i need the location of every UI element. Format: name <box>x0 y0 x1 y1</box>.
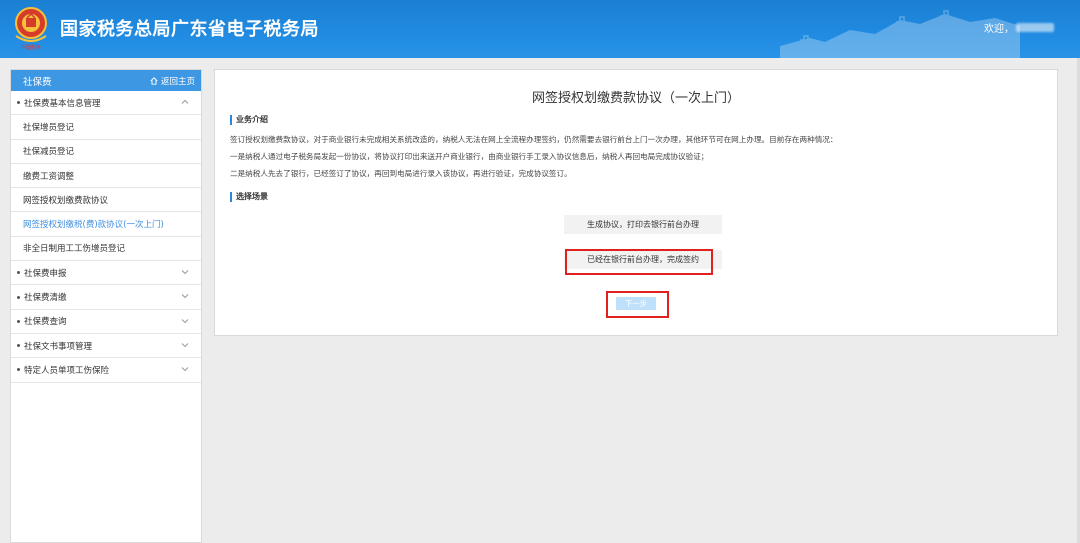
sidebar-item-part-time-injury[interactable]: 非全日制用工工伤增员登记 <box>11 237 201 262</box>
home-icon <box>150 76 158 85</box>
sidebar-title: 社保费 <box>23 76 52 88</box>
menu-group-query[interactable]: 社保费查询 <box>11 310 201 334</box>
menu-group-payment[interactable]: 社保费清缴 <box>11 285 201 310</box>
chevron-up-icon <box>181 99 189 104</box>
sidebar: 社保费 返回主页 社保费基本信息管理 社保增员登记 社保减员登记 缴费工资调整 … <box>10 69 202 543</box>
chevron-down-icon <box>181 367 189 372</box>
intro-paragraph: 二是纳税人先去了银行，已经签订了协议，再回到电局进行录入该协议，再进行验证，完成… <box>230 169 572 178</box>
bullet-icon <box>17 295 20 299</box>
highlight-box <box>606 291 669 318</box>
sidebar-item-agreement-one-visit[interactable]: 网签授权划缴税(费)款协议(一次上门) <box>11 212 201 237</box>
username-redacted[interactable] <box>1016 23 1054 32</box>
menu-group-label: 特定人员单项工伤保险 <box>24 365 110 376</box>
welcome-area: 欢迎， <box>984 20 1054 35</box>
highlight-box <box>565 249 713 275</box>
menu-group-injury-insurance[interactable]: 特定人员单项工伤保险 <box>11 358 201 383</box>
emblem-caption: 中国税务 <box>20 45 41 51</box>
bullet-icon <box>17 101 20 105</box>
menu-group-label: 社保费申报 <box>24 268 67 279</box>
top-header: 中国税务 国家税务总局广东省电子税务局 欢迎， <box>0 0 1080 58</box>
section-label-intro: 业务介绍 <box>230 115 268 125</box>
chevron-down-icon <box>181 343 189 348</box>
sidebar-header: 社保费 返回主页 <box>11 70 201 91</box>
menu-group-label: 社保费基本信息管理 <box>24 98 101 109</box>
site-title: 国家税务总局广东省电子税务局 <box>60 19 319 40</box>
bullet-icon <box>17 368 20 372</box>
menu-group-declaration[interactable]: 社保费申报 <box>11 261 201 286</box>
return-home-label: 返回主页 <box>160 76 195 87</box>
chevron-down-icon <box>181 294 189 299</box>
chevron-down-icon <box>181 270 189 275</box>
option-generate-print[interactable]: 生成协议，打印去银行前台办理 <box>564 215 722 234</box>
menu-group-label: 社保费查询 <box>24 317 67 328</box>
menu-group-documents[interactable]: 社保文书事项管理 <box>11 334 201 359</box>
sidebar-item-online-agreement[interactable]: 网签授权划缴费款协议 <box>11 188 201 213</box>
sidebar-item-wage-adjust[interactable]: 缴费工资调整 <box>11 164 201 189</box>
intro-paragraph: 一是纳税人通过电子税务局发起一份协议，将协议打印出来送开户商业银行，由商业银行手… <box>230 152 709 161</box>
bullet-icon <box>17 319 20 323</box>
return-home-link[interactable]: 返回主页 <box>150 75 195 87</box>
menu-group-label: 社保文书事项管理 <box>24 341 93 352</box>
page-title: 网签授权划缴费款协议（一次上门） <box>531 91 740 106</box>
section-label-scene: 选择场景 <box>230 192 268 202</box>
sidebar-item-reduce-member[interactable]: 社保减员登记 <box>11 140 201 164</box>
bullet-icon <box>17 271 20 275</box>
sidebar-item-add-member[interactable]: 社保增员登记 <box>11 115 201 140</box>
intro-paragraph: 签订授权划缴费款协议，对于商业银行未完成相关系统改造的，纳税人无法在网上全流程办… <box>230 135 838 144</box>
menu-group-basic-info[interactable]: 社保费基本信息管理 <box>11 91 201 116</box>
chevron-down-icon <box>181 318 189 323</box>
main-panel: 网签授权划缴费款协议（一次上门） 业务介绍 签订授权划缴费款协议，对于商业银行未… <box>214 69 1058 336</box>
bullet-icon <box>17 344 20 348</box>
menu-group-label: 社保费清缴 <box>24 293 67 304</box>
welcome-text: 欢迎， <box>984 24 1014 35</box>
